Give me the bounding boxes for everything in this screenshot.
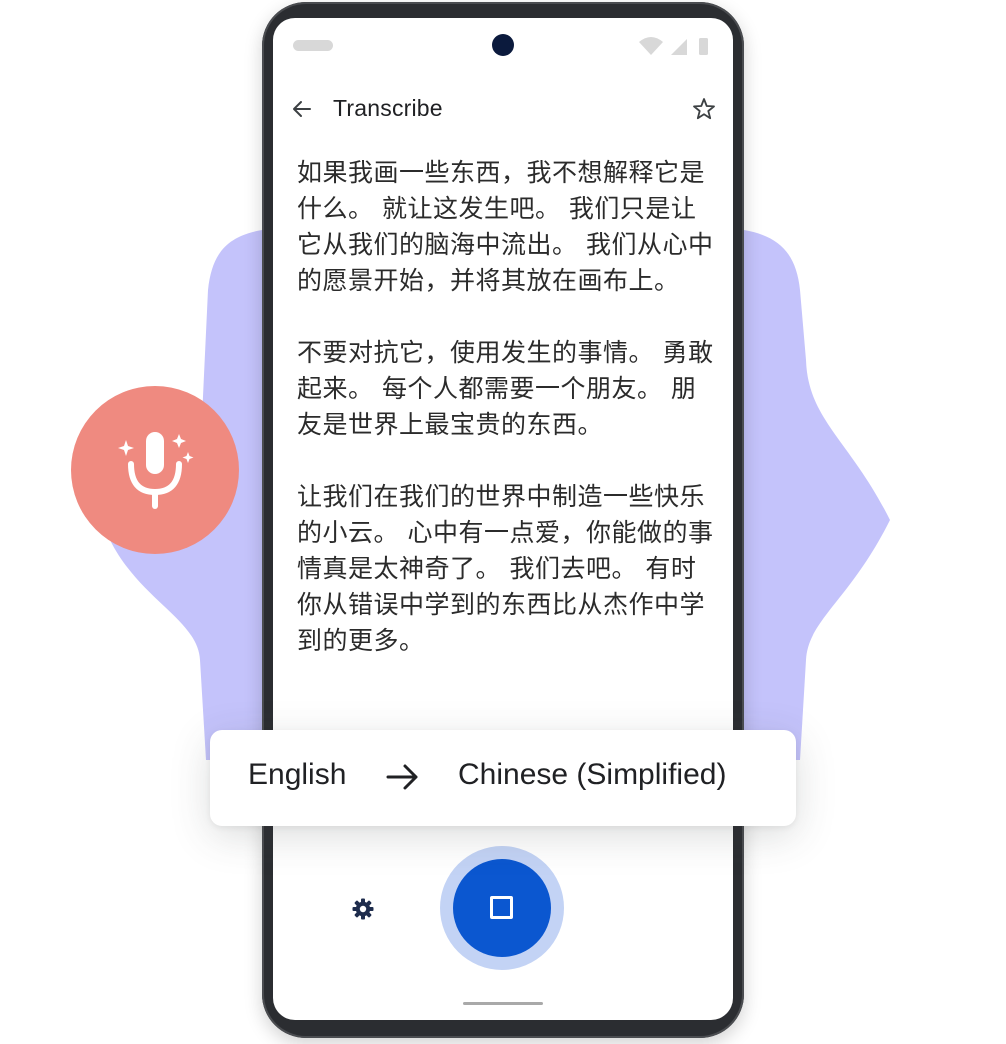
arrow-back-icon[interactable] [287,94,317,124]
arrow-right-icon [386,764,418,790]
gear-icon[interactable] [350,896,376,922]
app-bar: Transcribe [273,94,733,124]
wifi-icon [639,37,663,55]
stop-recording-button[interactable] [453,859,551,957]
transcript-paragraph: 如果我画一些东西，我不想解释它是什么。 就让这发生吧。 我们只是让它从我们的脑海… [297,158,714,295]
battery-icon [699,38,708,55]
star-outline-icon[interactable] [689,94,719,124]
stop-icon [490,896,513,919]
page-title: Transcribe [333,95,443,121]
status-pill [293,40,333,51]
target-language[interactable]: Chinese (Simplified) [458,758,726,792]
transcript-paragraph: 不要对抗它，使用发生的事情。 勇敢起来。 每个人都需要一个朋友。 朋友是世界上最… [297,338,714,439]
source-language[interactable]: English [248,758,346,792]
transcript-text: 如果我画一些东西，我不想解释它是什么。 就让这发生吧。 我们只是让它从我们的脑海… [297,155,717,695]
mic-sparkle-badge [71,386,239,554]
signal-icon [671,39,687,55]
language-pair-card[interactable]: English Chinese (Simplified) [210,730,796,826]
status-bar-icons [639,37,708,55]
phone-frame: Transcribe 如果我画一些东西，我不想解释它是什么。 就让这发生吧。 我… [262,2,744,1038]
home-indicator [463,1002,543,1005]
phone-screen: Transcribe 如果我画一些东西，我不想解释它是什么。 就让这发生吧。 我… [273,18,733,1020]
transcript-paragraph: 让我们在我们的世界中制造一些快乐的小云。 心中有一点爱，你能做的事情真是太神奇了… [297,482,714,655]
mic-sparkle-icon [118,432,194,509]
front-camera [492,34,514,56]
